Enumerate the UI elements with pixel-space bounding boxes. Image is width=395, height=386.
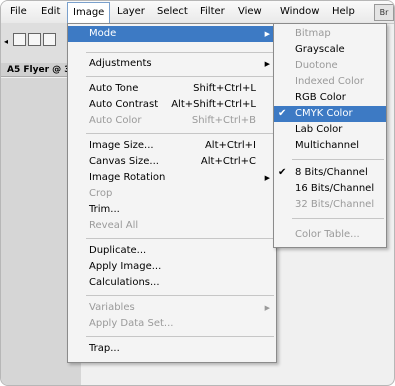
separator	[86, 76, 274, 77]
menu-item-label: Bitmap	[295, 28, 331, 39]
menu-layer[interactable]: Layer	[112, 1, 150, 23]
menu-item-mode[interactable]: Mode ▶	[68, 26, 276, 42]
menu-item-variables[interactable]: Variables ▶	[68, 300, 276, 316]
mode-submenu: Bitmap Grayscale Duotone Indexed Color R…	[273, 23, 387, 248]
mode-item-cmyk-color[interactable]: ✔ CMYK Color	[274, 106, 386, 122]
menu-item-apply-image[interactable]: Apply Image...	[68, 259, 276, 275]
menu-select[interactable]: Select	[152, 1, 193, 23]
bridge-icon[interactable]: Br	[374, 4, 394, 21]
separator	[86, 133, 274, 134]
menu-item-label: 32 Bits/Channel	[295, 199, 375, 210]
mode-item-grayscale[interactable]: Grayscale	[274, 42, 386, 58]
shortcut-text: Shift+Ctrl+L	[193, 83, 256, 94]
shortcut-text: Alt+Ctrl+I	[204, 140, 256, 151]
menu-item-canvas-size[interactable]: Canvas Size... Alt+Ctrl+C	[68, 154, 276, 170]
menu-item-calculations[interactable]: Calculations...	[68, 275, 276, 291]
menu-item-label: Duotone	[295, 60, 338, 71]
submenu-arrow-icon: ▶	[264, 30, 270, 38]
rect-select-subtract-icon[interactable]	[43, 33, 56, 46]
separator	[292, 159, 384, 160]
menu-item-auto-tone[interactable]: Auto Tone Shift+Ctrl+L	[68, 81, 276, 97]
menu-item-adjustments[interactable]: Adjustments ▶	[68, 56, 276, 72]
shortcut-text: Shift+Ctrl+B	[191, 115, 256, 126]
menu-item-label: Mode	[89, 28, 117, 39]
menu-item-label: 16 Bits/Channel	[295, 183, 375, 194]
menu-filter[interactable]: Filter	[195, 1, 230, 23]
menu-item-label: Color Table...	[295, 229, 360, 240]
menu-item-trim[interactable]: Trim...	[68, 202, 276, 218]
menu-item-label: RGB Color	[295, 92, 346, 103]
menu-item-label: Image Rotation	[89, 172, 166, 183]
separator	[86, 238, 274, 239]
menu-item-label: 8 Bits/Channel	[295, 167, 368, 178]
menu-item-label: Lab Color	[295, 124, 343, 135]
menu-item-label: Duplicate...	[89, 245, 147, 256]
menu-view[interactable]: View	[233, 1, 267, 23]
menu-file[interactable]: File	[5, 1, 32, 23]
mode-item-32-bits[interactable]: 32 Bits/Channel	[274, 197, 386, 213]
menu-item-label: Reveal All	[89, 220, 139, 231]
menu-image[interactable]: Image	[67, 2, 111, 24]
menu-item-crop[interactable]: Crop	[68, 186, 276, 202]
mode-item-color-table[interactable]: Color Table...	[274, 227, 386, 243]
separator	[86, 295, 274, 296]
menu-edit[interactable]: Edit	[36, 1, 65, 23]
separator	[86, 336, 274, 337]
menu-item-reveal-all[interactable]: Reveal All	[68, 218, 276, 234]
menu-item-image-rotation[interactable]: Image Rotation ▶	[68, 170, 276, 186]
menu-item-apply-data-set[interactable]: Apply Data Set...	[68, 316, 276, 332]
separator	[86, 52, 274, 53]
menu-item-label: Indexed Color	[295, 76, 365, 87]
menu-window[interactable]: Window	[275, 1, 324, 23]
menu-item-label: Auto Color	[89, 115, 142, 126]
image-menu: Mode ▶ Adjustments ▶ Auto Tone Shift+Ctr…	[67, 23, 277, 363]
submenu-arrow-icon: ▶	[264, 60, 270, 68]
menu-item-label: Apply Image...	[89, 261, 162, 272]
separator	[292, 218, 384, 219]
menu-item-label: Crop	[89, 188, 113, 199]
mode-item-indexed-color[interactable]: Indexed Color	[274, 74, 386, 90]
menu-item-label: Apply Data Set...	[89, 318, 174, 329]
mode-item-duotone[interactable]: Duotone	[274, 58, 386, 74]
menu-help[interactable]: Help	[327, 1, 360, 23]
rect-select-icon[interactable]	[13, 33, 26, 46]
menu-item-label: Trim...	[89, 204, 120, 215]
menu-item-trap[interactable]: Trap...	[68, 341, 276, 357]
mode-item-16-bits[interactable]: 16 Bits/Channel	[274, 181, 386, 197]
menu-item-label: Canvas Size...	[89, 156, 159, 167]
menu-item-label: Auto Tone	[89, 83, 139, 94]
menu-item-label: Trap...	[89, 343, 120, 354]
mode-item-lab-color[interactable]: Lab Color	[274, 122, 386, 138]
menu-item-label: Image Size...	[89, 140, 154, 151]
menu-item-label: Adjustments	[89, 58, 152, 69]
check-icon: ✔	[278, 108, 287, 119]
menu-item-duplicate[interactable]: Duplicate...	[68, 243, 276, 259]
menu-item-auto-color[interactable]: Auto Color Shift+Ctrl+B	[68, 113, 276, 129]
submenu-arrow-icon: ▶	[264, 174, 270, 182]
menu-item-label: CMYK Color	[295, 108, 353, 119]
mode-item-multichannel[interactable]: Multichannel	[274, 138, 386, 154]
mode-item-8-bits[interactable]: ✔ 8 Bits/Channel	[274, 165, 386, 181]
menu-item-label: Variables	[89, 302, 135, 313]
photoshop-window: File Edit Image Layer Select Filter View…	[0, 0, 395, 386]
mode-item-bitmap[interactable]: Bitmap	[274, 26, 386, 42]
menu-bar: File Edit Image Layer Select Filter View…	[1, 1, 394, 24]
menu-item-label: Grayscale	[295, 44, 345, 55]
shortcut-text: Alt+Shift+Ctrl+L	[171, 99, 256, 110]
mode-item-rgb-color[interactable]: RGB Color	[274, 90, 386, 106]
submenu-arrow-icon: ▶	[264, 304, 270, 312]
left-arrow-icon[interactable]: ◂	[4, 37, 8, 46]
rect-select-add-icon[interactable]	[28, 33, 41, 46]
menu-item-label: Auto Contrast	[89, 99, 159, 110]
menu-item-label: Calculations...	[89, 277, 160, 288]
menu-item-auto-contrast[interactable]: Auto Contrast Alt+Shift+Ctrl+L	[68, 97, 276, 113]
menu-item-label: Multichannel	[295, 140, 360, 151]
menu-item-image-size[interactable]: Image Size... Alt+Ctrl+I	[68, 138, 276, 154]
check-icon: ✔	[278, 167, 287, 178]
shortcut-text: Alt+Ctrl+C	[200, 156, 256, 167]
